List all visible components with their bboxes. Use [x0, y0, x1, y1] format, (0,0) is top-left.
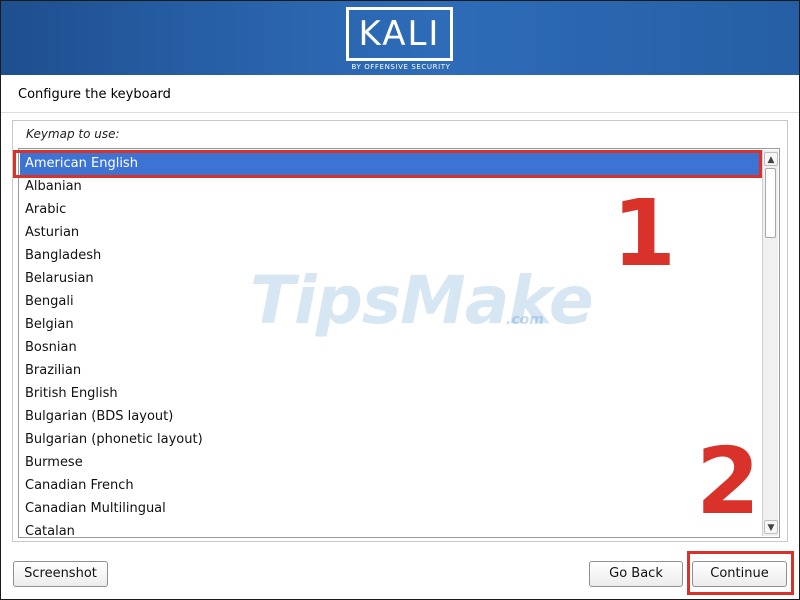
go-back-button[interactable]: Go Back [589, 561, 683, 587]
keymap-option-catalan[interactable]: Catalan [25, 521, 75, 537]
keymap-option-british-english[interactable]: British English [25, 383, 118, 405]
screenshot-button[interactable]: Screenshot [13, 561, 108, 587]
keymap-label: Keymap to use: [26, 127, 120, 141]
kali-logo: KALI [346, 7, 453, 61]
keymap-option-canadian-multilingual[interactable]: Canadian Multilingual [25, 498, 166, 520]
kali-header-banner: KALI BY OFFENSIVE SECURITY [1, 1, 799, 75]
keymap-option-belgian[interactable]: Belgian [25, 314, 74, 336]
keymap-option-asturian[interactable]: Asturian [25, 222, 79, 244]
keymap-option-bosnian[interactable]: Bosnian [25, 337, 77, 359]
keymap-option-burmese[interactable]: Burmese [25, 452, 83, 474]
keymap-option-bulgarian-phonetic[interactable]: Bulgarian (phonetic layout) [25, 429, 203, 451]
kali-logo-subtitle: BY OFFENSIVE SECURITY [351, 63, 451, 71]
continue-highlight-outline [687, 551, 794, 595]
kali-logo-text: KALI [358, 14, 441, 54]
keymap-option-bengali[interactable]: Bengali [25, 291, 74, 313]
annotation-step-2: 2 [696, 428, 761, 535]
keymap-option-canadian-french[interactable]: Canadian French [25, 475, 134, 497]
title-divider [1, 112, 799, 113]
keymap-option-bangladesh[interactable]: Bangladesh [25, 245, 101, 267]
keymap-option-albanian[interactable]: Albanian [25, 176, 82, 198]
keymap-option-brazilian[interactable]: Brazilian [25, 360, 81, 382]
scroll-up-icon[interactable]: ▲ [764, 152, 778, 166]
watermark-suffix: .com [506, 312, 544, 328]
scroll-thumb[interactable] [765, 168, 776, 238]
scroll-down-icon[interactable]: ▼ [764, 520, 778, 534]
keymap-option-bulgarian-bds[interactable]: Bulgarian (BDS layout) [25, 406, 173, 428]
annotation-step-1: 1 [612, 180, 677, 287]
page-title: Configure the keyboard [18, 87, 171, 102]
keymap-option-arabic[interactable]: Arabic [25, 199, 66, 221]
keymap-option-belarusian[interactable]: Belarusian [25, 268, 94, 290]
selection-highlight-outline [13, 150, 762, 178]
keymap-scrollbar[interactable]: ▲ ▼ [762, 150, 778, 536]
